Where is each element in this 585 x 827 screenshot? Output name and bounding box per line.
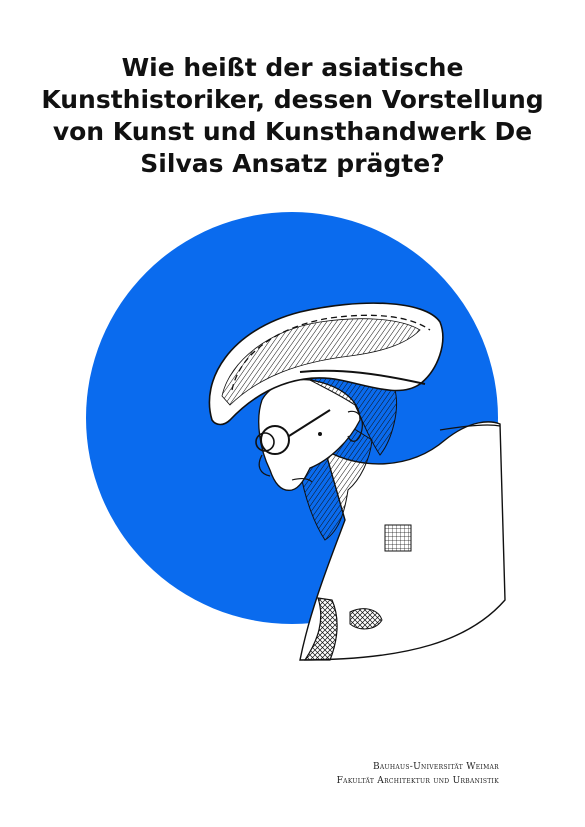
footer-credit: Bauhaus-Universität Weimar Fakultät Arch… [337, 760, 499, 788]
illustration [86, 212, 506, 661]
footer-university: Bauhaus-Universität Weimar [372, 762, 499, 772]
footer-faculty: Fakultät Architektur und Urbanistik [336, 776, 499, 786]
